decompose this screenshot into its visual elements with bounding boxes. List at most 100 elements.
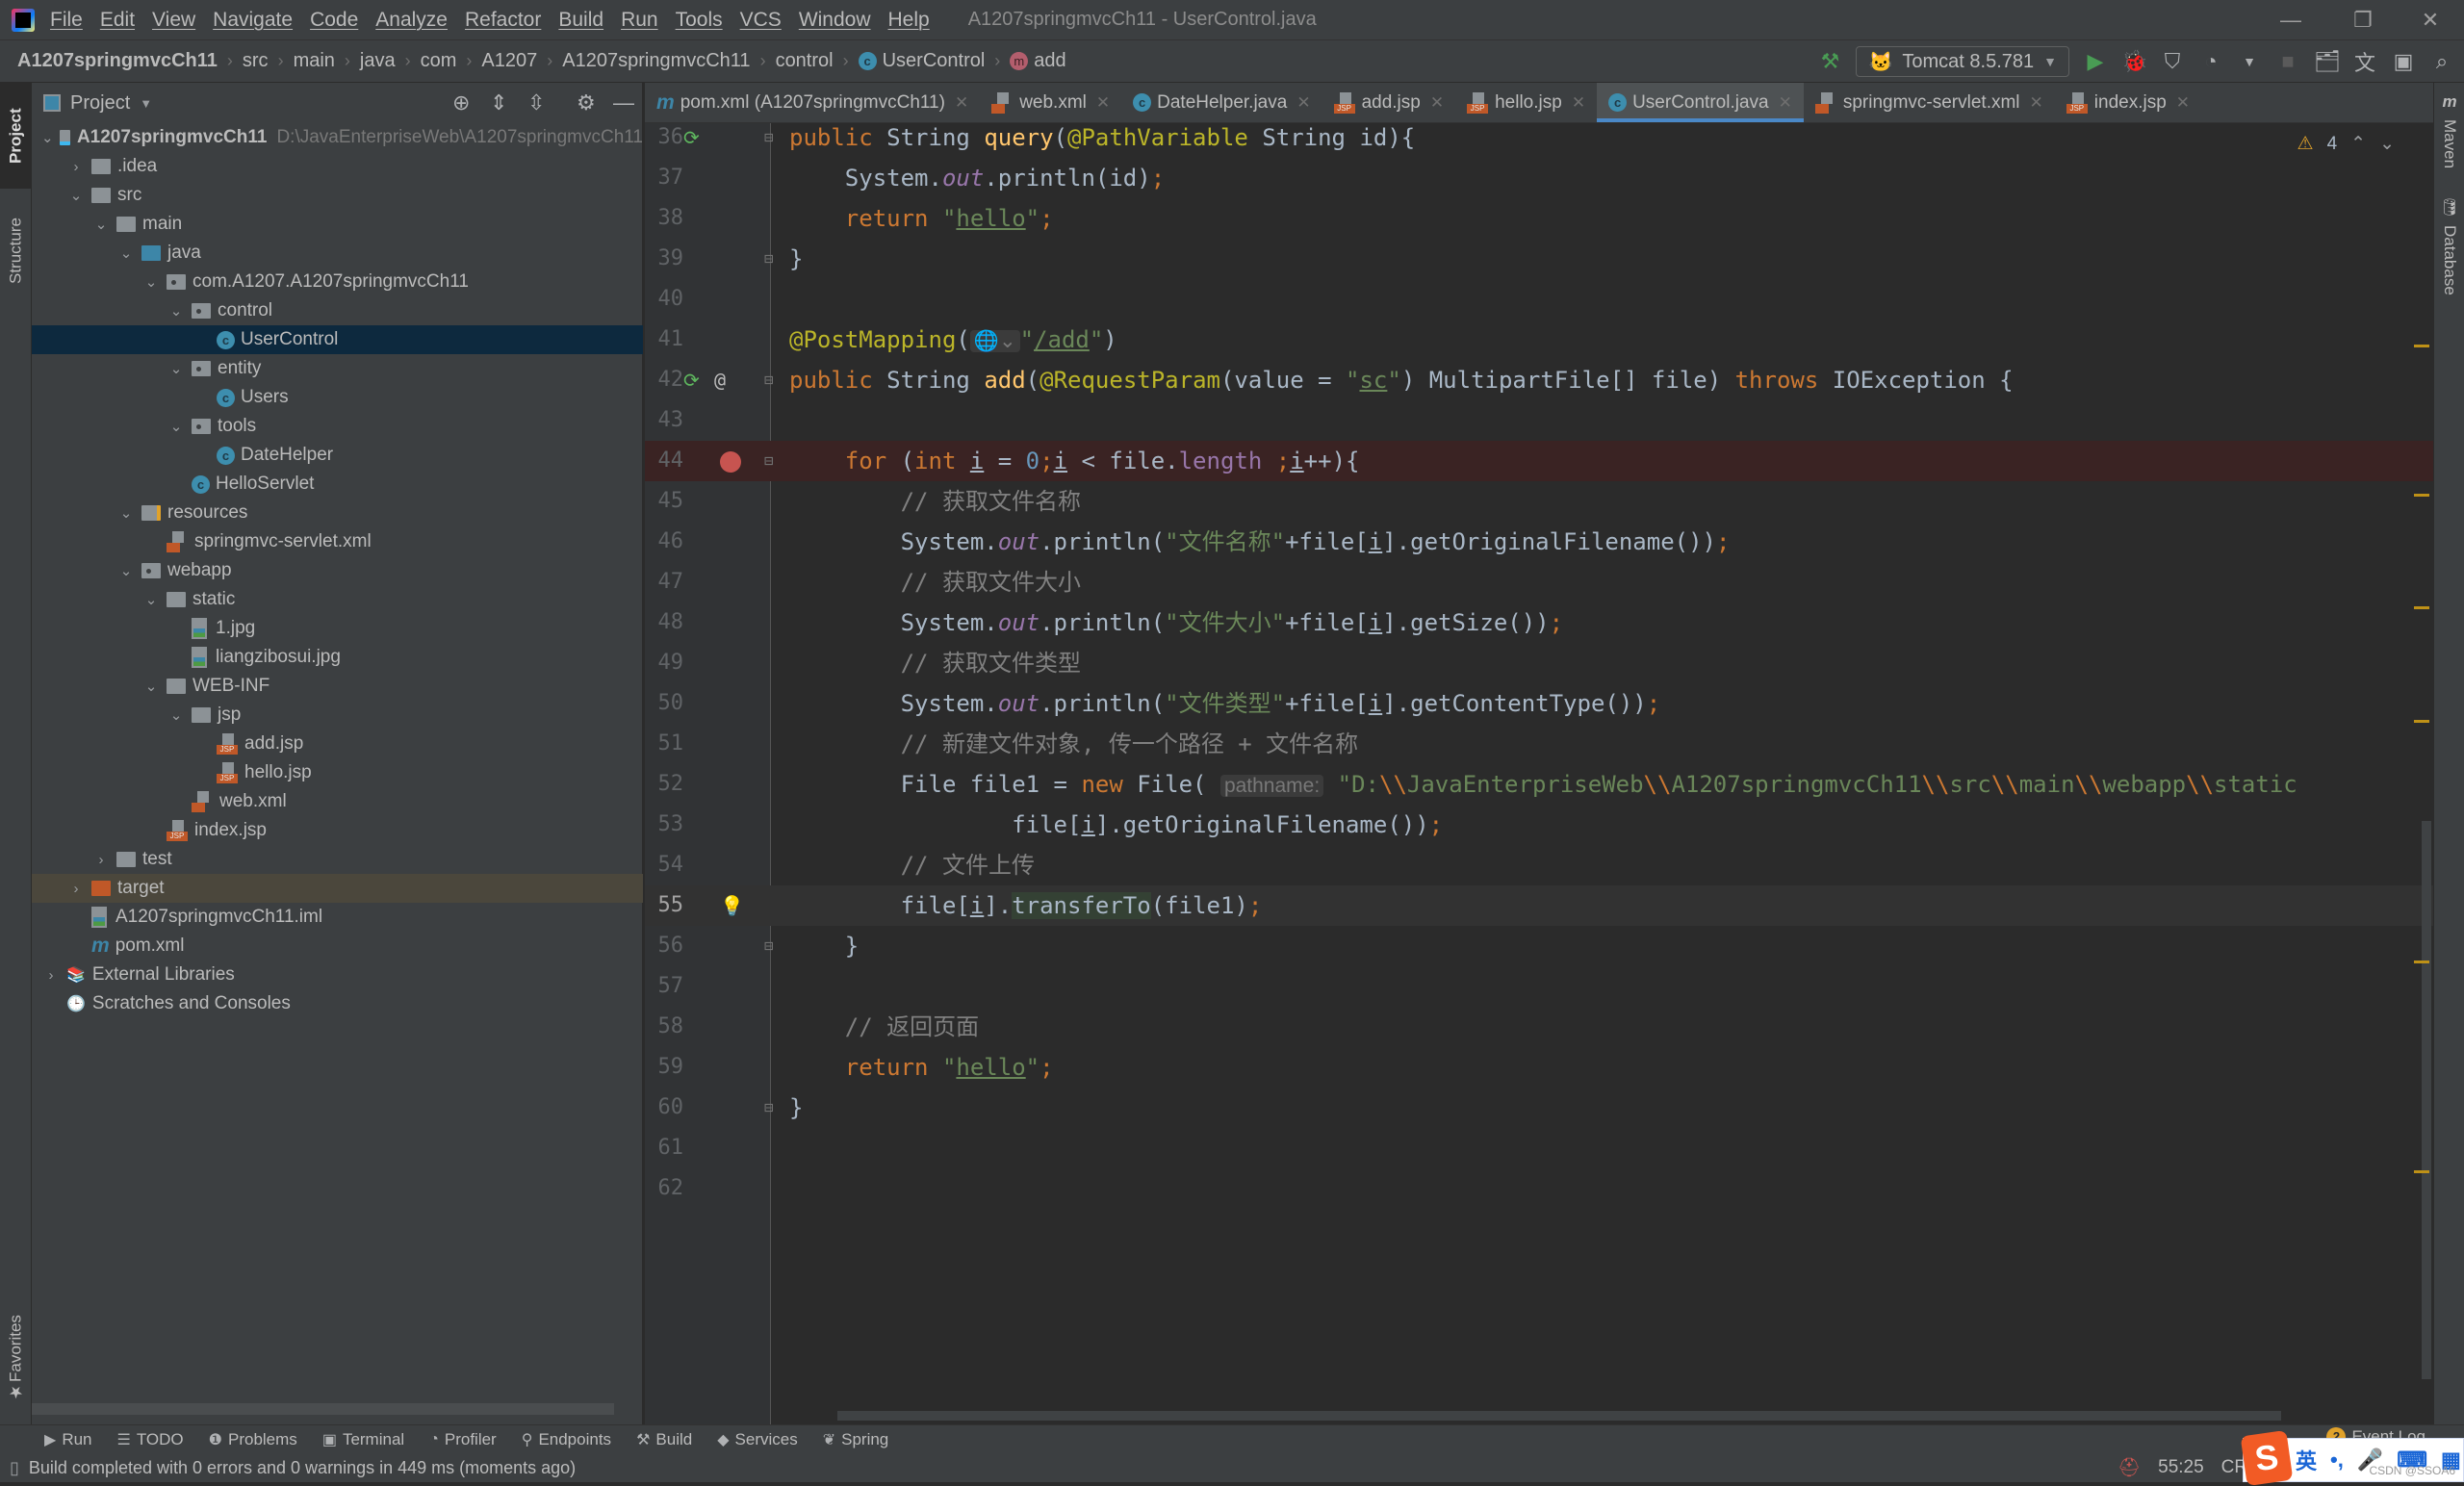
chevron-down-icon[interactable]: ⌄ — [116, 562, 136, 579]
tree-item[interactable]: › target — [32, 874, 643, 903]
breakpoint-icon[interactable] — [720, 451, 741, 473]
run-config-selector[interactable]: 🐱 Tomcat 8.5.781 ▼ — [1856, 46, 2069, 77]
warning-stripe-mark[interactable] — [2414, 720, 2429, 723]
breadcrumb-item[interactable]: c UserControl — [858, 50, 985, 72]
menu-code[interactable]: Code — [310, 9, 358, 32]
chevron-down-icon[interactable]: ⌄ — [116, 504, 136, 522]
chevron-down-icon[interactable]: ⌄ — [141, 273, 161, 291]
tool-window-terminal[interactable]: ▣ Terminal — [322, 1430, 404, 1449]
close-tab-icon[interactable]: ✕ — [1430, 93, 1444, 113]
tree-item[interactable]: liangzibosui.jpg — [32, 643, 643, 672]
tree-item[interactable]: m pom.xml — [32, 932, 643, 961]
debug-icon[interactable]: 🐞 — [2121, 49, 2147, 74]
close-tab-icon[interactable]: ✕ — [2030, 93, 2043, 113]
locate-icon[interactable]: ⊕ — [452, 90, 470, 115]
code-line[interactable]: 57 — [645, 966, 2433, 1007]
code-line[interactable]: 52 File file1 = new File( pathname: "D:\… — [645, 764, 2433, 805]
project-view-selector[interactable]: Project — [70, 92, 130, 115]
error-report-icon[interactable]: ⛑ — [2118, 1456, 2141, 1479]
code-line[interactable]: 44 ⊟ for (int i = 0;i < file.length ;i++)… — [645, 441, 2433, 481]
tree-item[interactable]: › test — [32, 845, 643, 874]
expand-all-icon[interactable]: ⇕ — [490, 90, 507, 115]
menu-file[interactable]: File — [50, 9, 83, 32]
code-line[interactable]: 46 System.out.println("文件名称"+file[i].get… — [645, 522, 2433, 562]
chevron-down-icon[interactable]: ⌄ — [41, 129, 54, 146]
breadcrumb-item[interactable]: main — [294, 50, 335, 72]
minimize-button[interactable]: — — [2262, 0, 2320, 40]
close-tab-icon[interactable]: ✕ — [955, 93, 968, 113]
run-anything-icon[interactable]: ▣ — [2391, 49, 2416, 74]
close-button[interactable]: ✕ — [2401, 0, 2459, 40]
inspection-widget[interactable]: ⚠ 4 ⌃ ⌄ — [2297, 133, 2395, 155]
chevron-down-icon[interactable]: ⌄ — [91, 216, 111, 233]
tree-item[interactable]: ⌄ control — [32, 296, 643, 325]
tool-window-profiler[interactable]: ◔ Profiler — [429, 1430, 497, 1449]
tree-item[interactable]: ⌄ webapp — [32, 556, 643, 585]
spring-endpoint-icon[interactable]: ⟳ — [683, 123, 700, 158]
menu-edit[interactable]: Edit — [100, 9, 135, 32]
warning-stripe-mark[interactable] — [2414, 345, 2429, 347]
maven-tool-tab[interactable]: m Maven — [2434, 92, 2464, 189]
ime-language-toggle[interactable]: 英 — [2296, 1445, 2317, 1475]
ime-toolbar[interactable]: S 英 •, 🎤 ⌨ ▦ CSDN @SSOA6 — [2240, 1429, 2464, 1486]
code-line[interactable]: 43 — [645, 400, 2433, 441]
menu-tools[interactable]: Tools — [676, 9, 723, 32]
editor-tab[interactable]: index.jsp ✕ — [2055, 83, 2201, 122]
editor-horizontal-scrollbar[interactable] — [837, 1411, 2281, 1421]
tree-item[interactable]: hello.jsp — [32, 758, 643, 787]
translate-icon[interactable]: 文 — [2352, 46, 2377, 77]
intention-bulb-icon[interactable]: 💡 — [720, 885, 744, 926]
chevron-right-icon[interactable]: › — [91, 852, 111, 868]
stop-icon[interactable]: ■ — [2275, 49, 2300, 74]
tree-item[interactable]: 🕒 Scratches and Consoles — [32, 989, 643, 1018]
tree-item[interactable]: A1207springmvcCh11.iml — [32, 903, 643, 932]
tree-item[interactable]: web.xml — [32, 787, 643, 816]
breadcrumb-item[interactable]: A1207 — [481, 50, 537, 72]
menu-vcs[interactable]: VCS — [740, 9, 782, 32]
breadcrumb-item[interactable]: m add — [1010, 50, 1066, 72]
tree-horizontal-scrollbar[interactable] — [32, 1403, 614, 1415]
tree-item[interactable]: 1.jpg — [32, 614, 643, 643]
code-line[interactable]: 37 System.out.println(id); — [645, 158, 2433, 198]
code-line[interactable]: 49 // 获取文件类型 — [645, 643, 2433, 683]
editor-tab[interactable]: c UserControl.java ✕ — [1597, 83, 1804, 122]
tree-item[interactable]: c HelloServlet — [32, 470, 643, 499]
code-line[interactable]: 39 ⊟} — [645, 239, 2433, 279]
menu-build[interactable]: Build — [558, 9, 603, 32]
spring-endpoint-icon[interactable]: ⟳ — [683, 360, 700, 400]
chevron-right-icon[interactable]: › — [66, 159, 86, 175]
chevron-down-icon[interactable]: ⌄ — [116, 244, 136, 262]
tree-item[interactable]: c UserControl — [32, 325, 643, 354]
hide-panel-icon[interactable]: — — [613, 90, 634, 115]
editor-tab[interactable]: c DateHelper.java ✕ — [1121, 83, 1322, 122]
menu-window[interactable]: Window — [799, 9, 871, 32]
chevron-down-icon[interactable]: ⌄ — [141, 678, 161, 695]
fold-marker-icon[interactable]: ⊟ — [764, 441, 774, 481]
tree-item[interactable]: ⌄ jsp — [32, 701, 643, 730]
tree-item[interactable]: ⌄ java — [32, 239, 643, 268]
breadcrumb-item[interactable]: control — [776, 50, 834, 72]
fold-marker-icon[interactable]: ⊟ — [764, 926, 774, 966]
close-tab-icon[interactable]: ✕ — [1779, 93, 1792, 113]
chevron-down-icon[interactable]: ▼ — [2237, 54, 2262, 69]
tool-window-build[interactable]: ⚒ Build — [636, 1430, 692, 1449]
close-tab-icon[interactable]: ✕ — [1096, 93, 1110, 113]
menu-navigate[interactable]: Navigate — [213, 9, 293, 32]
tree-item[interactable]: ⌄ tools — [32, 412, 643, 441]
tree-item[interactable]: ⌄ src — [32, 181, 643, 210]
code-line[interactable]: 62 — [645, 1168, 2433, 1209]
tool-window-spring[interactable]: ❦ Spring — [823, 1430, 889, 1449]
tool-window-services[interactable]: ◆ Services — [717, 1430, 798, 1449]
tree-item[interactable]: ⌄ static — [32, 585, 643, 614]
chevron-right-icon[interactable]: › — [66, 881, 86, 897]
chevron-down-icon[interactable]: ▼ — [140, 96, 152, 111]
favorites-tool-tab[interactable]: ★ Favorites — [0, 1295, 32, 1421]
code-line[interactable]: 55 💡 file[i].transferTo(file1); — [645, 885, 2433, 926]
breadcrumb-item[interactable]: A1207springmvcCh11 — [562, 50, 750, 72]
editor-tab[interactable]: m pom.xml (A1207springmvcCh11) ✕ — [645, 83, 980, 122]
editor-tab[interactable]: hello.jsp ✕ — [1455, 83, 1597, 122]
tree-item[interactable]: ⌄ com.A1207.A1207springmvcCh11 — [32, 268, 643, 296]
fold-marker-icon[interactable]: ⊟ — [764, 239, 774, 279]
toggle-tool-windows-icon[interactable]: ▯ — [10, 1458, 19, 1478]
tree-item[interactable]: ⌄ A1207springmvcCh11 D:\JavaEnterpriseWeb\… — [32, 123, 643, 152]
